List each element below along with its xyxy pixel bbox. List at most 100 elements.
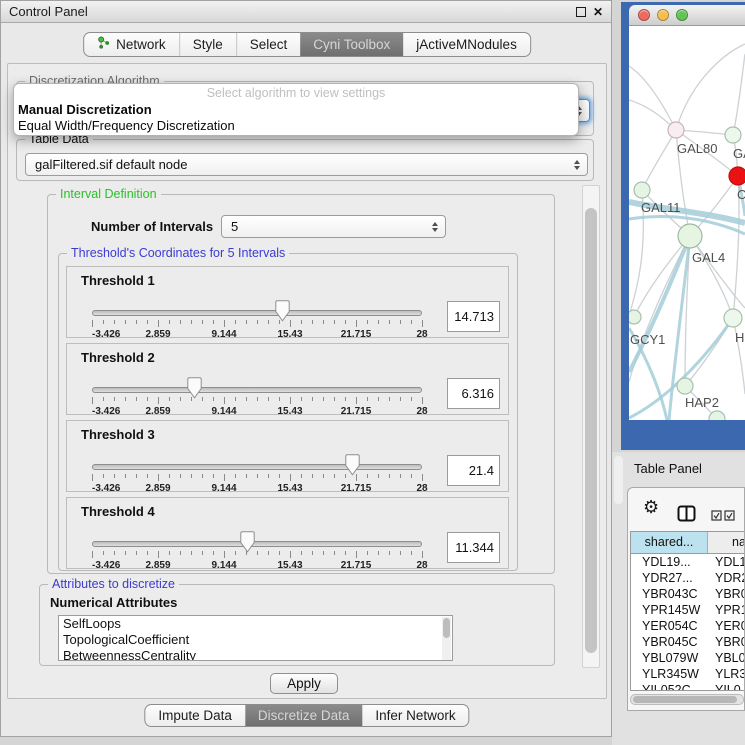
tick-mark (147, 397, 148, 401)
columns-icon[interactable] (677, 504, 696, 526)
threshold-value-field[interactable] (447, 455, 500, 486)
tick-label: 28 (416, 406, 427, 417)
tick-mark (235, 397, 236, 401)
number-of-intervals-combobox[interactable]: 5 (221, 215, 446, 238)
network-canvas[interactable]: GAL80GACGAL11GAL4GCY1HHAP2 (629, 26, 745, 420)
tab-select[interactable]: Select (236, 33, 301, 56)
table-row[interactable]: YDL19...YDL1 (631, 554, 745, 570)
tick-mark (147, 474, 148, 478)
bottom-tab-infer-network[interactable]: Infer Network (362, 705, 468, 726)
table-panel-scrollbar[interactable] (614, 456, 623, 504)
network-graph: GAL80GACGAL11GAL4GCY1HHAP2 (629, 26, 745, 420)
attribute-betweennesscentrality[interactable]: BetweennessCentrality (59, 648, 452, 661)
network-node[interactable] (724, 309, 742, 327)
table-header-row: shared... na (631, 532, 745, 554)
tick-mark (389, 320, 390, 324)
gear-icon[interactable]: ⚙ (643, 497, 659, 519)
tick-mark (257, 551, 258, 555)
tick-mark (389, 397, 390, 401)
tab-style[interactable]: Style (179, 33, 236, 56)
slider-thumb[interactable] (345, 454, 360, 476)
float-window-icon[interactable] (576, 7, 586, 17)
threshold-slider[interactable]: -3.4262.8599.14415.4321.71528 (92, 530, 422, 570)
threshold-slider[interactable]: -3.4262.8599.14415.4321.71528 (92, 376, 422, 416)
attribute-selfloops[interactable]: SelfLoops (59, 616, 452, 632)
tick-mark (136, 320, 137, 324)
table-row[interactable]: YDR27...YDR2 (631, 570, 745, 586)
checkbox-icon[interactable] (711, 509, 722, 524)
attributes-scrollbar[interactable] (442, 617, 451, 661)
tick-mark (422, 551, 423, 558)
threshold-value-field[interactable] (447, 378, 500, 409)
close-traffic-light-icon[interactable] (638, 9, 650, 21)
tick-mark (345, 551, 346, 555)
column-header-name[interactable]: na (708, 532, 745, 553)
tick-mark (301, 551, 302, 555)
bottom-tab-impute-data[interactable]: Impute Data (145, 705, 245, 726)
close-icon[interactable]: ✕ (593, 6, 603, 18)
tick-mark (411, 320, 412, 324)
tick-mark (323, 397, 324, 401)
network-node[interactable] (634, 182, 650, 198)
slider-thumb[interactable] (275, 300, 290, 322)
cell-shared-name: YBL079W (631, 650, 708, 666)
network-node[interactable] (677, 378, 693, 394)
tick-mark (301, 474, 302, 478)
dropdown-item-manual-discretization[interactable]: Manual Discretization (14, 102, 578, 118)
tab-network[interactable]: Network (84, 33, 179, 56)
attributes-group-title: Attributes to discretize (48, 577, 179, 592)
zoom-traffic-light-icon[interactable] (676, 9, 688, 21)
column-header-shared-name[interactable]: shared... (631, 532, 708, 553)
network-node[interactable] (678, 224, 702, 248)
table-row[interactable]: YER054CYER0 (631, 618, 745, 634)
checkbox-icon[interactable] (724, 509, 735, 524)
table-hscrollbar-thumb[interactable] (633, 696, 737, 703)
tick-mark (213, 551, 214, 555)
tick-label: 2.859 (145, 483, 170, 494)
tick-mark (180, 474, 181, 478)
attributes-scrollbar-thumb[interactable] (443, 618, 450, 638)
threshold-value-field[interactable] (447, 301, 500, 332)
network-node[interactable] (668, 122, 684, 138)
settings-scrollbar[interactable] (582, 185, 600, 668)
table-row[interactable]: YBR043CYBR0 (631, 586, 745, 602)
threshold-slider[interactable]: -3.4262.8599.14415.4321.71528 (92, 299, 422, 339)
tick-mark (400, 474, 401, 478)
table-data-combobox[interactable]: galFiltered.sif default node (25, 153, 588, 176)
tick-mark (158, 474, 159, 481)
network-node[interactable] (725, 127, 741, 143)
tick-mark (378, 320, 379, 324)
network-node[interactable] (629, 310, 641, 324)
table-row[interactable]: YLR345WYLR3 (631, 666, 745, 682)
network-node[interactable] (729, 167, 745, 185)
tick-label: 28 (416, 560, 427, 571)
thresholds-group-title: Threshold's Coordinates for 5 Intervals (67, 246, 289, 261)
table-toolbar: ⚙ (628, 488, 744, 530)
threshold-value-field[interactable] (447, 532, 500, 563)
dropdown-item-equal-width-frequency[interactable]: Equal Width/Frequency Discretization (14, 118, 578, 134)
minimize-traffic-light-icon[interactable] (657, 9, 669, 21)
table-row[interactable]: YBL079WYBL0 (631, 650, 745, 666)
settings-scrollbar-thumb[interactable] (585, 208, 597, 653)
table-row[interactable]: YBR045CYBR0 (631, 634, 745, 650)
table-row[interactable]: YIL052CYIL0 (631, 682, 745, 691)
table-data-value: galFiltered.sif default node (35, 157, 187, 172)
slider-thumb[interactable] (187, 377, 202, 399)
tab-jactivemnodules[interactable]: jActiveMNodules (403, 33, 530, 56)
numerical-attributes-list[interactable]: SelfLoopsTopologicalCoefficientBetweenne… (58, 615, 453, 661)
slider-thumb[interactable] (240, 531, 255, 553)
tick-mark (202, 474, 203, 478)
table-row[interactable]: YPR145WYPR1 (631, 602, 745, 618)
bottom-tab-discretize-data[interactable]: Discretize Data (245, 705, 363, 726)
apply-button[interactable]: Apply (270, 673, 338, 694)
tab-cyni-toolbox[interactable]: Cyni Toolbox (300, 33, 403, 56)
attribute-topologicalcoefficient[interactable]: TopologicalCoefficient (59, 632, 452, 648)
tick-mark (312, 474, 313, 478)
slider-ticks (92, 551, 422, 559)
node-table: shared... na YDL19...YDL1YDR27...YDR2YBR… (630, 531, 745, 691)
network-node-label: HAP2 (685, 395, 719, 410)
threshold-slider[interactable]: -3.4262.8599.14415.4321.71528 (92, 453, 422, 493)
tick-mark (147, 551, 148, 555)
network-window-titlebar[interactable] (629, 5, 745, 26)
table-hscrollbar[interactable] (630, 694, 744, 705)
